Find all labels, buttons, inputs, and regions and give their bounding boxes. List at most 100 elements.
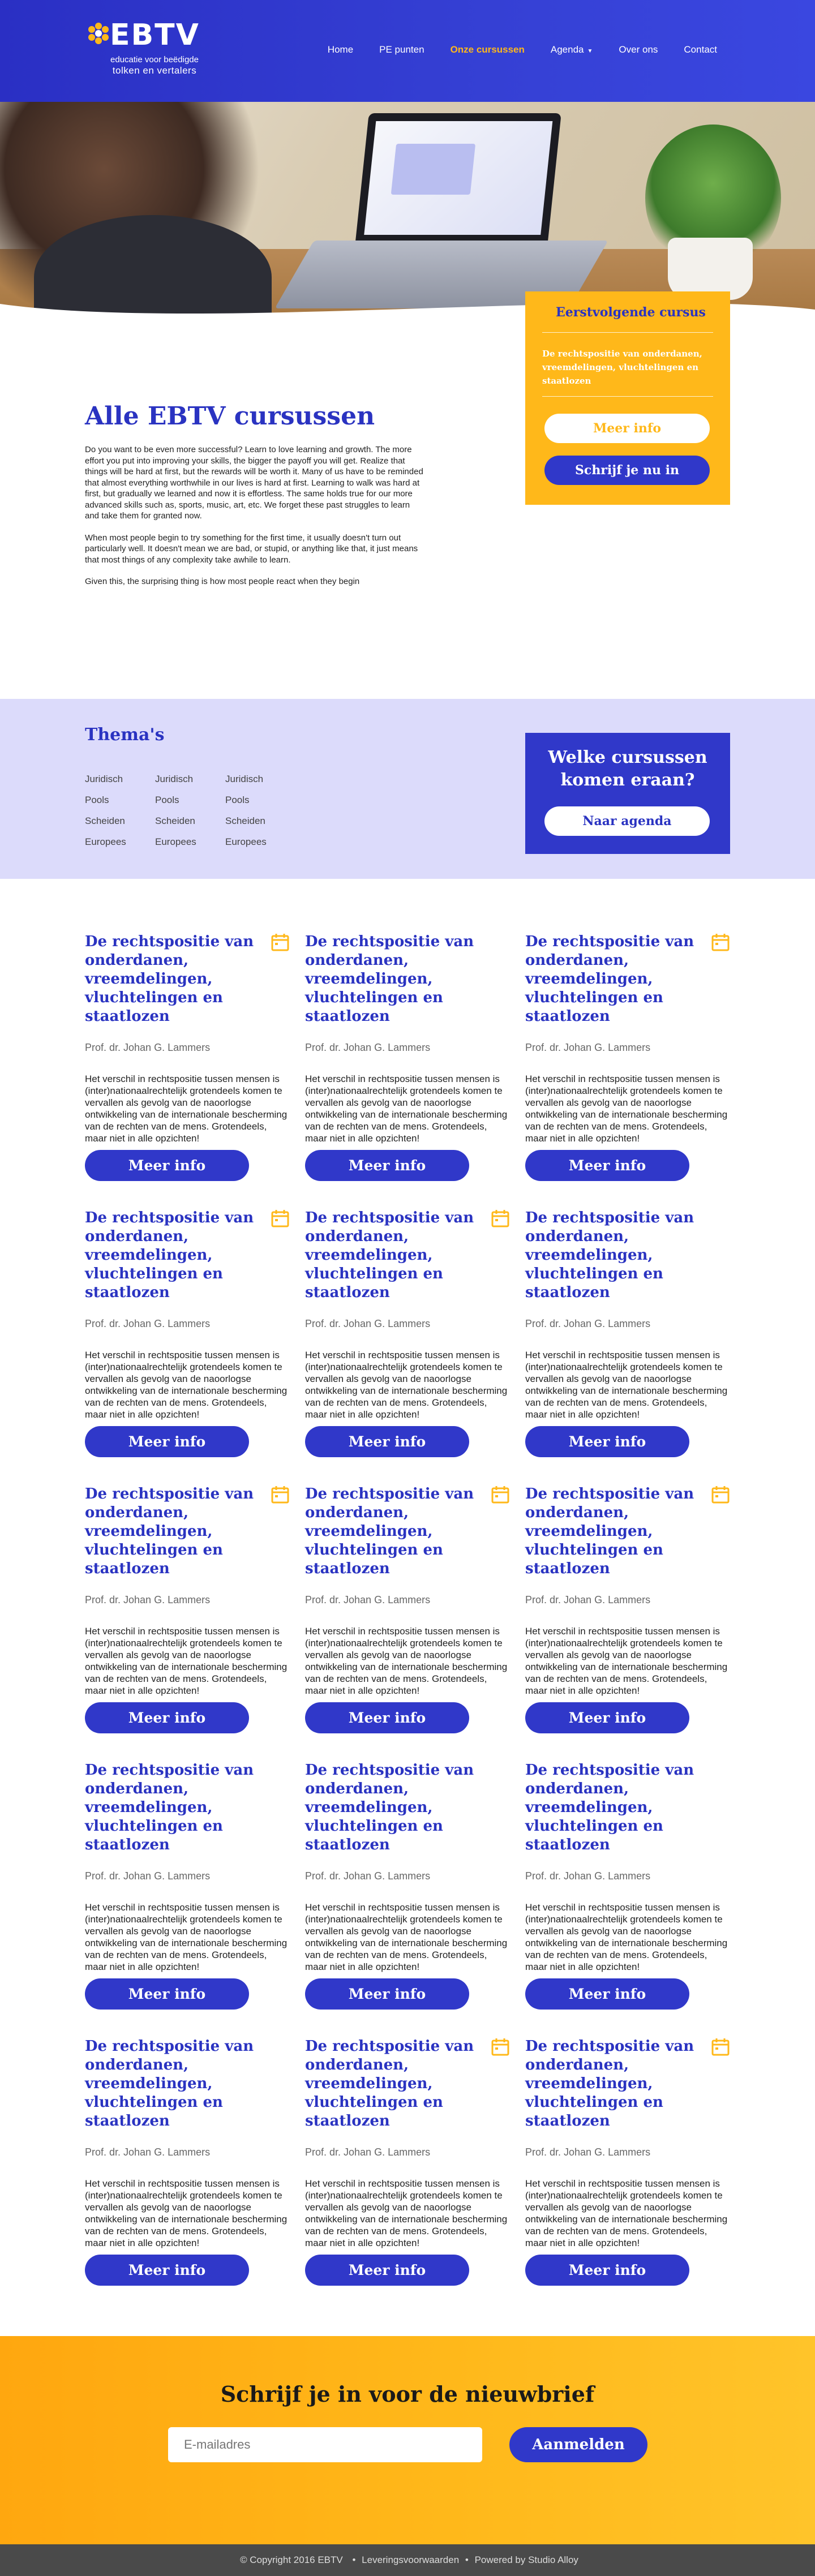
nav-item-agenda-label: Agenda [550, 44, 584, 55]
theme-link[interactable]: Scheiden [85, 815, 155, 836]
course-info-button[interactable]: Meer info [305, 2255, 469, 2286]
course-title[interactable]: De rechtspositie van onderdanen, vreemde… [305, 933, 486, 1026]
theme-link[interactable]: Pools [155, 795, 225, 815]
divider [542, 332, 713, 333]
newsletter-submit-button[interactable]: Aanmelden [509, 2427, 647, 2462]
course-info-button[interactable]: Meer info [525, 1150, 689, 1181]
calendar-icon[interactable] [711, 2037, 730, 2056]
theme-link[interactable]: Juridisch [85, 774, 155, 795]
course-info-button[interactable]: Meer info [85, 1426, 249, 1457]
course-card: De rechtspositie van onderdanen, vreemde… [85, 933, 290, 1209]
course-info-button[interactable]: Meer info [85, 1702, 249, 1733]
calendar-icon[interactable] [271, 1209, 290, 1228]
course-card: De rechtspositie van onderdanen, vreemde… [525, 1761, 730, 2037]
theme-link[interactable]: Juridisch [225, 774, 295, 795]
calendar-icon[interactable] [271, 933, 290, 952]
footer-powered-link[interactable]: Powered by Studio Alloy [475, 2554, 578, 2565]
themes-list: Juridisch Pools Scheiden Europees Juridi… [85, 774, 295, 857]
theme-link[interactable]: Europees [225, 836, 295, 857]
course-description: Het verschil in rechtspositie tussen men… [525, 1074, 728, 1144]
course-author: Prof. dr. Johan G. Lammers [305, 1042, 431, 1053]
calendar-icon[interactable] [711, 933, 730, 952]
nav-item-agenda[interactable]: Agenda ▼ [538, 44, 606, 55]
themes-column: Juridisch Pools Scheiden Europees [225, 774, 295, 857]
course-title[interactable]: De rechtspositie van onderdanen, vreemde… [525, 933, 706, 1026]
course-author: Prof. dr. Johan G. Lammers [305, 1594, 431, 1605]
course-title[interactable]: De rechtspositie van onderdanen, vreemde… [85, 933, 266, 1026]
nav-item-over-ons[interactable]: Over ons [606, 44, 671, 55]
course-author: Prof. dr. Johan G. Lammers [525, 1318, 651, 1329]
brand-name: EBTV [110, 18, 200, 52]
themes-column: Juridisch Pools Scheiden Europees [155, 774, 225, 857]
calendar-icon[interactable] [271, 1485, 290, 1504]
nav-item-home[interactable]: Home [315, 44, 366, 55]
nav-item-onze-cursussen[interactable]: Onze cursussen [437, 44, 538, 55]
course-card: De rechtspositie van onderdanen, vreemde… [85, 2037, 290, 2313]
course-author: Prof. dr. Johan G. Lammers [305, 1318, 431, 1329]
nav-item-contact[interactable]: Contact [671, 44, 730, 55]
course-card: De rechtspositie van onderdanen, vreemde… [85, 1761, 290, 2037]
next-course-info-button[interactable]: Meer info [544, 414, 710, 443]
newsletter-email-input[interactable] [168, 2427, 482, 2462]
theme-link[interactable]: Scheiden [155, 815, 225, 836]
course-card: De rechtspositie van onderdanen, vreemde… [525, 933, 730, 1209]
course-description: Het verschil in rechtspositie tussen men… [85, 1902, 288, 1972]
course-info-button[interactable]: Meer info [525, 1702, 689, 1733]
course-title[interactable]: De rechtspositie van onderdanen, vreemde… [525, 1761, 706, 1854]
course-title[interactable]: De rechtspositie van onderdanen, vreemde… [85, 1761, 266, 1854]
course-description: Het verschil in rechtspositie tussen men… [85, 1074, 288, 1144]
main-nav: Home PE punten Onze cursussen Agenda ▼ Ov… [315, 44, 730, 55]
calendar-icon[interactable] [491, 1209, 510, 1228]
course-description: Het verschil in rechtspositie tussen men… [525, 1902, 728, 1972]
course-info-button[interactable]: Meer info [305, 1150, 469, 1181]
calendar-icon[interactable] [491, 1485, 510, 1504]
course-info-button[interactable]: Meer info [305, 1702, 469, 1733]
course-title[interactable]: De rechtspositie van onderdanen, vreemde… [85, 1209, 266, 1302]
footer-terms-link[interactable]: Leveringsvoorwaarden [362, 2554, 459, 2565]
theme-link[interactable]: Pools [85, 795, 155, 815]
course-description: Het verschil in rechtspositie tussen men… [525, 1350, 728, 1420]
course-info-button[interactable]: Meer info [85, 2255, 249, 2286]
nav-item-pe-punten[interactable]: PE punten [366, 44, 437, 55]
divider [542, 396, 713, 397]
theme-link[interactable]: Juridisch [155, 774, 225, 795]
course-info-button[interactable]: Meer info [305, 1978, 469, 2010]
intro-text: Do you want to be even more successful? … [85, 444, 424, 631]
theme-link[interactable]: Scheiden [225, 815, 295, 836]
theme-link[interactable]: Europees [85, 836, 155, 857]
calendar-icon[interactable] [491, 2037, 510, 2056]
course-info-button[interactable]: Meer info [85, 1150, 249, 1181]
course-title[interactable]: De rechtspositie van onderdanen, vreemde… [305, 1761, 486, 1854]
course-title[interactable]: De rechtspositie van onderdanen, vreemde… [305, 1209, 486, 1302]
course-title[interactable]: De rechtspositie van onderdanen, vreemde… [305, 1485, 486, 1578]
course-title[interactable]: De rechtspositie van onderdanen, vreemde… [525, 2037, 706, 2131]
course-info-button[interactable]: Meer info [305, 1426, 469, 1457]
theme-link[interactable]: Europees [155, 836, 225, 857]
course-title[interactable]: De rechtspositie van onderdanen, vreemde… [85, 2037, 266, 2131]
course-info-button[interactable]: Meer info [85, 1978, 249, 2010]
intro-paragraph: Given this, the surprising thing is how … [85, 577, 360, 586]
course-title[interactable]: De rechtspositie van onderdanen, vreemde… [525, 1485, 706, 1578]
intro-paragraph: When most people begin to try something … [85, 533, 418, 565]
course-title[interactable]: De rechtspositie van onderdanen, vreemde… [305, 2037, 486, 2131]
ebtv-logo[interactable]: EBTV educatie voor beëdigde tolken en ve… [85, 20, 215, 83]
calendar-icon[interactable] [711, 1485, 730, 1504]
course-author: Prof. dr. Johan G. Lammers [85, 1594, 211, 1605]
course-info-button[interactable]: Meer info [525, 1978, 689, 2010]
theme-link[interactable]: Pools [225, 795, 295, 815]
footer-separator: • [352, 2554, 356, 2565]
agenda-button[interactable]: Naar agenda [544, 806, 710, 836]
site-header: EBTV educatie voor beëdigde tolken en ve… [0, 0, 815, 102]
next-course-signup-button[interactable]: Schrijf je nu in [544, 456, 710, 485]
course-title[interactable]: De rechtspositie van onderdanen, vreemde… [525, 1209, 706, 1302]
course-info-button[interactable]: Meer info [525, 2255, 689, 2286]
brand-tagline: educatie voor beëdigde tolken en vertale… [101, 54, 208, 76]
course-author: Prof. dr. Johan G. Lammers [85, 1042, 211, 1053]
course-author: Prof. dr. Johan G. Lammers [85, 1318, 211, 1329]
themes-column: Juridisch Pools Scheiden Europees [85, 774, 155, 857]
next-course-title[interactable]: De rechtspositie van onderdanen, vreemde… [542, 347, 706, 388]
course-title[interactable]: De rechtspositie van onderdanen, vreemde… [85, 1485, 266, 1578]
course-info-button[interactable]: Meer info [525, 1426, 689, 1457]
page-title: Alle EBTV cursussen [85, 402, 375, 431]
course-description: Het verschil in rechtspositie tussen men… [525, 1626, 728, 1696]
